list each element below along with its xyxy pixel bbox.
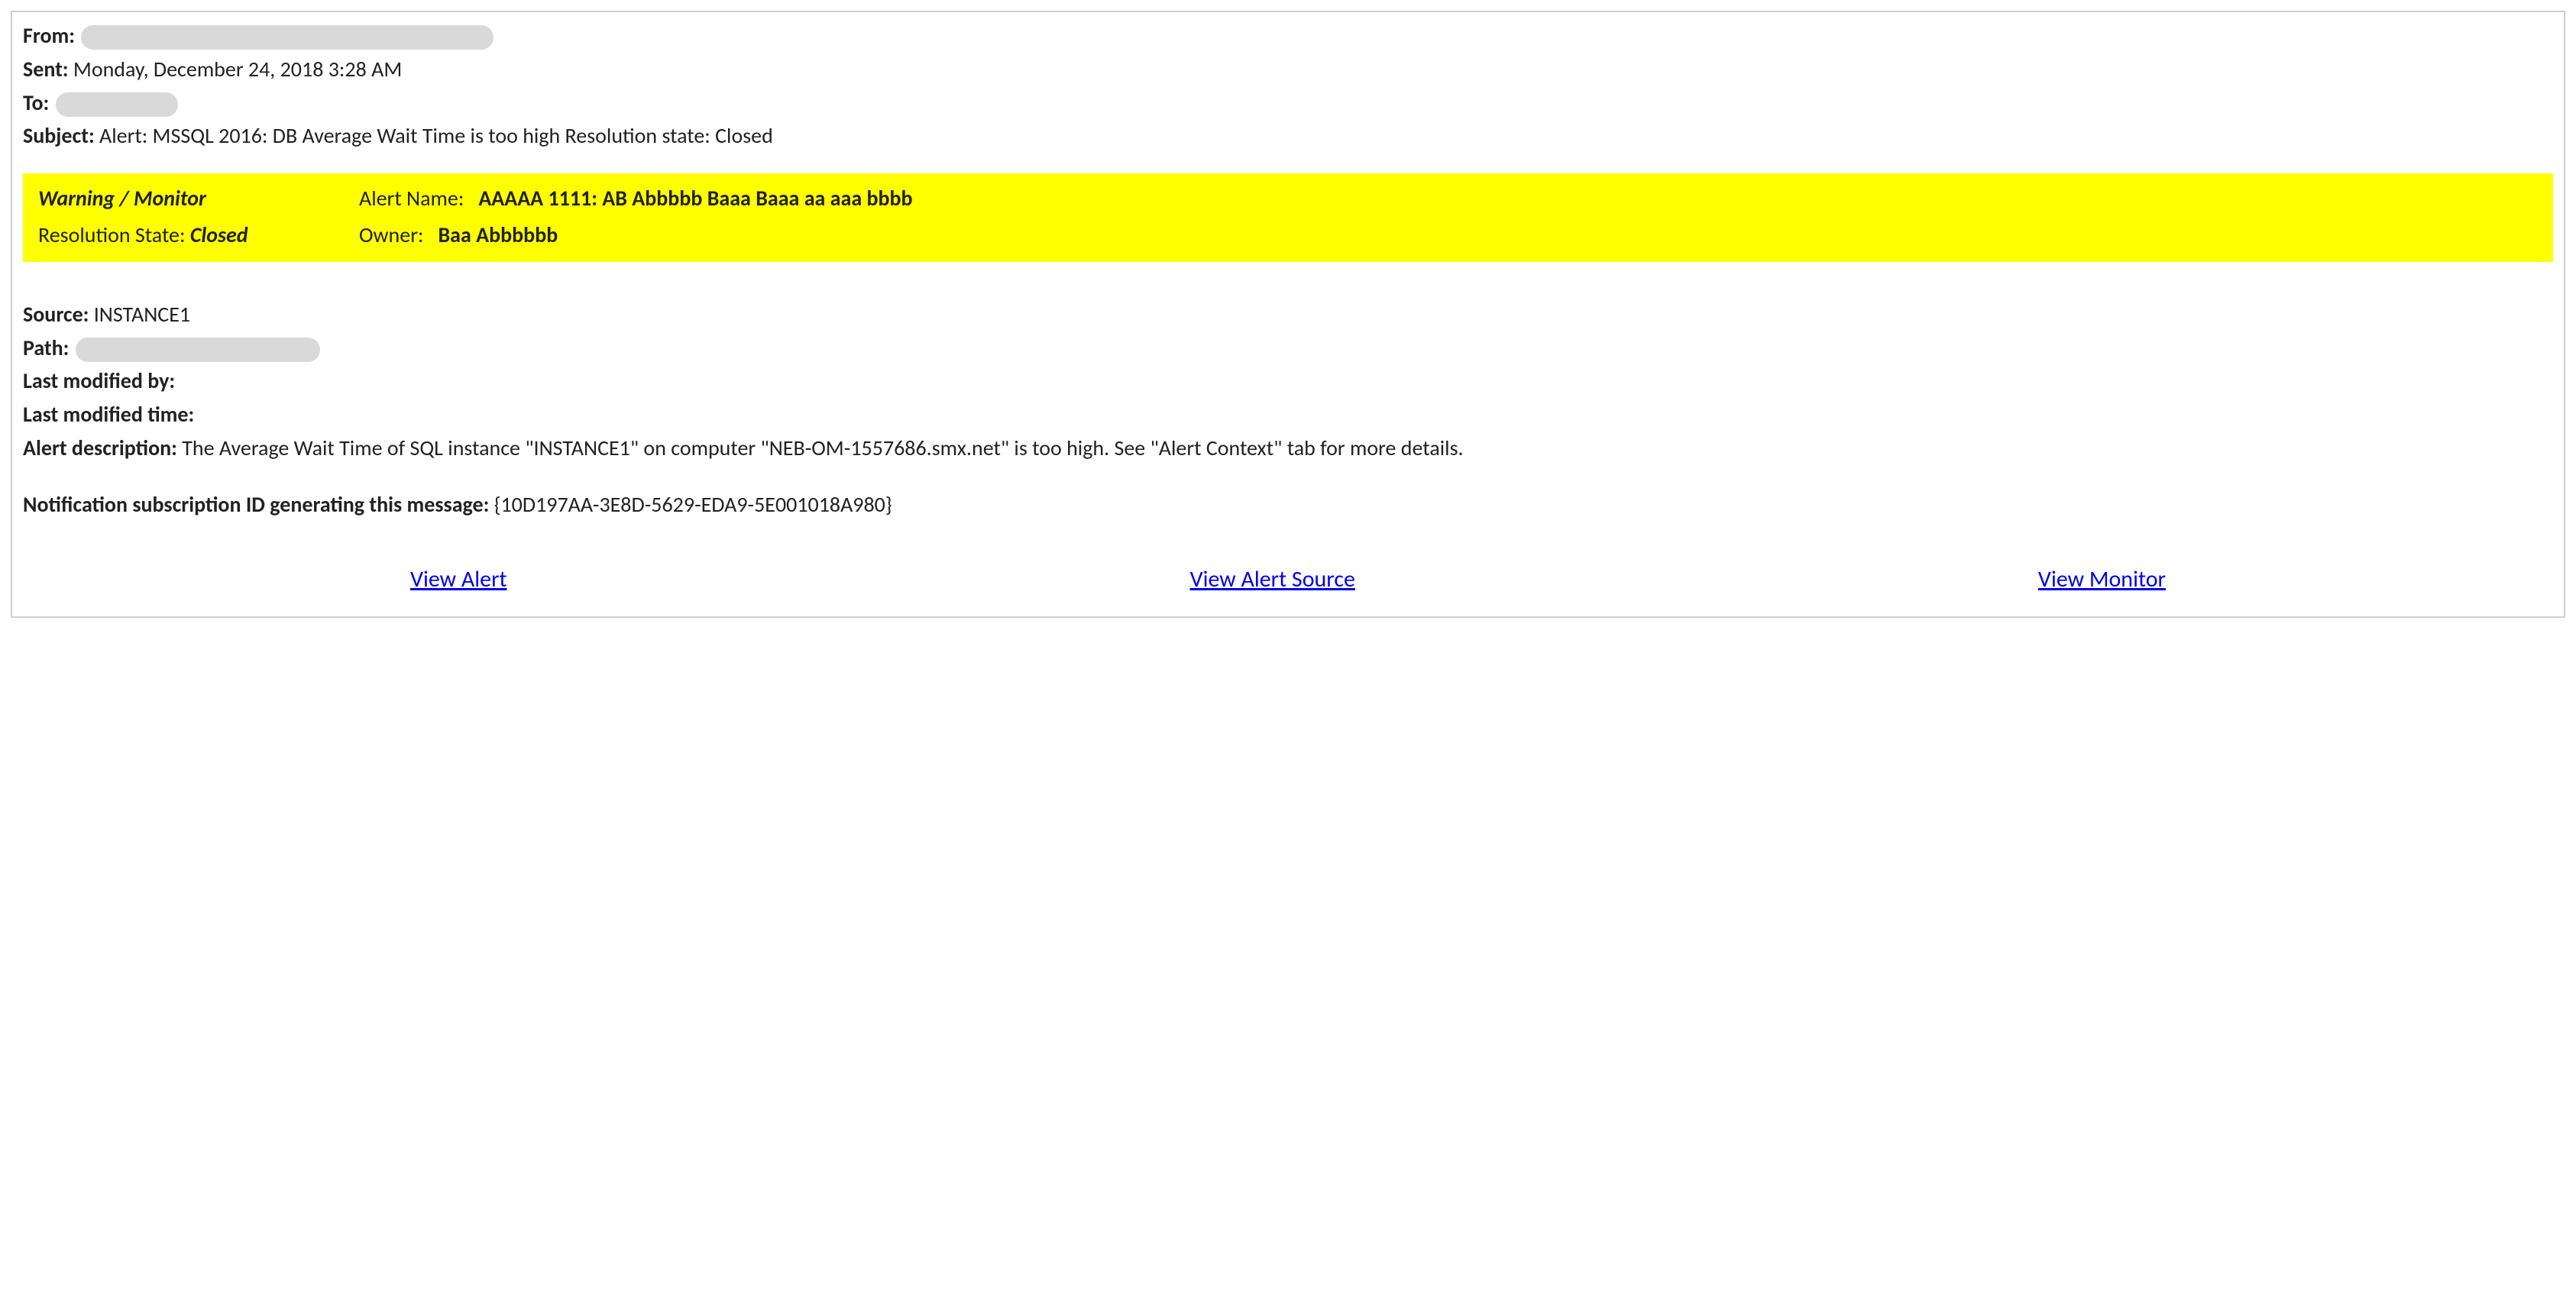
- from-redacted: [81, 25, 494, 50]
- alert-description-line: Alert description: The Average Wait Time…: [23, 434, 2553, 463]
- view-monitor-link[interactable]: View Monitor: [2038, 565, 2166, 593]
- header-sent-line: Sent: Monday, December 24, 2018 3:28 AM: [23, 55, 2553, 84]
- path-line: Path:: [23, 334, 2553, 363]
- alert-name-cell: Alert Name: AAAAA 1111: AB Abbbbb Baaa B…: [359, 184, 2538, 213]
- owner-label: Owner:: [359, 221, 423, 248]
- source-label: Source:: [23, 301, 89, 328]
- email-panel: From: Sent: Monday, December 24, 2018 3:…: [11, 11, 2565, 618]
- subject-value: Alert: MSSQL 2016: DB Average Wait Time …: [99, 122, 773, 149]
- notification-subscription-value: {10D197AA-3E8D-5629-EDA9-5E001018A980}: [494, 491, 892, 518]
- resolution-state-label: Resolution State:: [38, 221, 185, 248]
- path-redacted: [76, 338, 320, 362]
- header-to-line: To:: [23, 89, 2553, 118]
- last-modified-by-label: Last modified by:: [23, 367, 175, 394]
- path-label: Path:: [23, 335, 69, 361]
- notification-subscription-label: Notification subscription ID generating …: [23, 491, 489, 518]
- sent-label: Sent:: [23, 56, 69, 82]
- last-modified-by-line: Last modified by:: [23, 367, 2553, 396]
- subject-label: Subject:: [23, 122, 95, 149]
- to-label: To:: [23, 89, 49, 116]
- owner-cell: Owner: Baa Abbbbbb: [359, 221, 2538, 250]
- sent-value: Monday, December 24, 2018 3:28 AM: [73, 56, 402, 82]
- alert-name-label: Alert Name:: [359, 185, 464, 212]
- view-alert-link[interactable]: View Alert: [410, 565, 507, 593]
- notification-subscription-line: Notification subscription ID generating …: [23, 490, 2553, 519]
- header-from-line: From:: [23, 21, 2553, 50]
- alert-description-label: Alert description:: [23, 435, 177, 461]
- header-subject-line: Subject: Alert: MSSQL 2016: DB Average W…: [23, 121, 2553, 150]
- alert-summary-band: Warning / Monitor Alert Name: AAAAA 1111…: [23, 173, 2553, 262]
- links-row: View Alert View Alert Source View Monito…: [23, 565, 2553, 593]
- source-value: INSTANCE1: [94, 301, 190, 328]
- warning-monitor-text: Warning / Monitor: [38, 184, 344, 213]
- last-modified-time-label: Last modified time:: [23, 401, 194, 428]
- from-label: From:: [23, 22, 75, 49]
- alert-name-value: AAAAA 1111: AB Abbbbb Baaa Baaa aa aaa b…: [478, 185, 912, 212]
- owner-value: Baa Abbbbbb: [438, 221, 558, 248]
- resolution-state-cell: Resolution State: Closed: [38, 221, 344, 250]
- alert-description-value: The Average Wait Time of SQL instance "I…: [182, 435, 1463, 461]
- to-redacted: [56, 92, 178, 117]
- view-alert-source-link[interactable]: View Alert Source: [1190, 565, 1355, 593]
- last-modified-time-line: Last modified time:: [23, 400, 2553, 429]
- source-line: Source: INSTANCE1: [23, 300, 2553, 329]
- resolution-state-value: Closed: [190, 221, 248, 248]
